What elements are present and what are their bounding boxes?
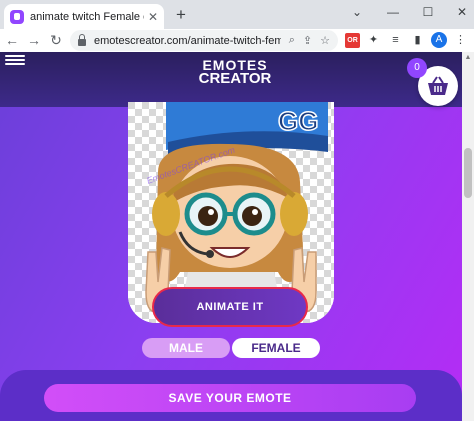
maximize-icon[interactable]: ☐ bbox=[419, 3, 437, 21]
back-icon[interactable]: ← bbox=[2, 30, 22, 50]
lock-icon[interactable] bbox=[78, 33, 86, 46]
hamburger-menu-icon[interactable] bbox=[5, 55, 25, 67]
puzzle-extensions-icon[interactable]: ✦ bbox=[366, 33, 381, 48]
forward-icon[interactable]: → bbox=[24, 30, 44, 50]
tab-close-icon[interactable]: ✕ bbox=[148, 10, 158, 24]
menu-dots-icon[interactable]: ⋮ bbox=[453, 33, 468, 48]
bookmark-star-icon[interactable]: ☆ bbox=[320, 34, 330, 47]
browser-toolbar: ← → ↻ emotescreator.com/animate-twitch-f… bbox=[0, 29, 474, 52]
minimize-icon[interactable]: — bbox=[384, 3, 402, 21]
tab-title: animate twitch Female emote - E bbox=[30, 10, 144, 23]
tab-search-chevron-icon[interactable]: ⌄ bbox=[348, 3, 366, 21]
extension-icon[interactable]: OR bbox=[345, 33, 360, 48]
svg-text:GG: GG bbox=[278, 106, 318, 136]
side-panel-icon[interactable]: ▮ bbox=[410, 33, 425, 48]
share-icon[interactable]: ⇪ bbox=[303, 34, 312, 47]
page-scrollbar[interactable] bbox=[462, 52, 474, 421]
tab-strip: animate twitch Female emote - E ✕ + ⌄ — … bbox=[0, 0, 474, 29]
browser-tab[interactable]: animate twitch Female emote - E ✕ bbox=[4, 4, 164, 29]
profile-avatar[interactable]: A bbox=[431, 32, 447, 48]
scrollbar-thumb[interactable] bbox=[464, 148, 472, 198]
scroll-up-arrow-icon[interactable]: ▲ bbox=[462, 52, 474, 64]
animate-it-button[interactable]: ANIMATE IT bbox=[152, 287, 308, 327]
zoom-icon[interactable]: ⌕ bbox=[289, 34, 295, 47]
reading-list-icon[interactable]: ≡ bbox=[388, 33, 403, 48]
twitch-favicon-icon bbox=[10, 9, 24, 24]
site-logo[interactable]: EMOTES CREATOR bbox=[195, 58, 275, 86]
new-tab-button[interactable]: + bbox=[172, 6, 190, 24]
female-toggle-button[interactable]: FEMALE bbox=[232, 338, 320, 358]
site-header: EMOTES CREATOR bbox=[0, 52, 462, 107]
male-toggle-button[interactable]: MALE bbox=[142, 338, 230, 358]
cart-count-badge: 0 bbox=[407, 58, 427, 78]
basket-icon bbox=[428, 76, 448, 95]
url-text: emotescreator.com/animate-twitch-fem... bbox=[94, 34, 281, 47]
reload-icon[interactable]: ↻ bbox=[46, 30, 66, 50]
close-window-icon[interactable]: ✕ bbox=[453, 3, 471, 21]
address-bar[interactable]: emotescreator.com/animate-twitch-fem... … bbox=[70, 30, 338, 51]
save-emote-button[interactable]: SAVE YOUR EMOTE bbox=[44, 384, 416, 412]
page-content: EMOTES CREATOR GG EmotesCREATOR.com ANIM… bbox=[0, 52, 462, 421]
